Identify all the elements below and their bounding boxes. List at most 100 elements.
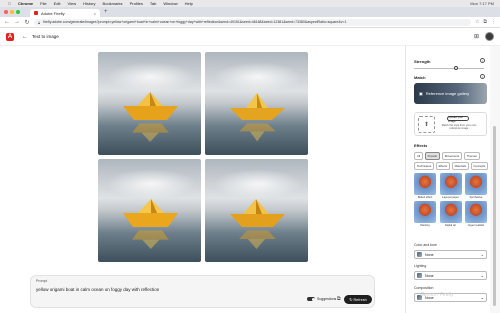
menu-file[interactable]: File xyxy=(40,1,46,6)
bookmark-star-icon[interactable]: ☆ xyxy=(475,19,479,25)
info-icon[interactable]: i xyxy=(480,58,485,63)
breadcrumb[interactable]: Text to image xyxy=(32,34,59,39)
zoom-window-button[interactable] xyxy=(16,10,20,14)
results-area xyxy=(0,46,405,313)
browser-menu-icon[interactable]: ⋮ xyxy=(491,19,496,25)
effect-thumbnail xyxy=(414,201,436,223)
menu-edit[interactable]: Edit xyxy=(54,1,61,6)
scrollbar-thumb[interactable] xyxy=(493,126,496,306)
chip-all[interactable]: All xyxy=(414,152,424,160)
effect-layered-paper[interactable]: Layered paper xyxy=(439,173,462,200)
forward-icon[interactable]: → xyxy=(14,19,20,25)
effect-thumbnail xyxy=(465,173,487,195)
avatar[interactable] xyxy=(485,32,494,41)
browser-toolbar: ← → ↻ 🔒︎ firefly.adobe.com/generate/imag… xyxy=(0,17,500,28)
refresh-icon: ↻ xyxy=(349,298,353,302)
menu-app[interactable]: Chrome xyxy=(18,1,33,6)
address-bar[interactable]: 🔒︎ firefly.adobe.com/generate/images?pro… xyxy=(34,18,471,26)
prompt-bar: Prompt yellow origami boat in calm ocean… xyxy=(30,275,375,308)
effects-label[interactable]: Effects xyxy=(414,143,427,148)
prompt-input[interactable]: yellow origami boat in calm ocean on fog… xyxy=(36,287,159,292)
effect-label: Hyper realistic xyxy=(467,224,485,227)
image-settings-icon[interactable]: ⧉ xyxy=(337,296,341,302)
menu-view[interactable]: View xyxy=(67,1,76,6)
suggestions-toggle-group: Suggestions xyxy=(307,297,336,301)
effect-thumbnail xyxy=(414,173,436,195)
effect-label: Digital art xyxy=(445,224,456,227)
origami-boat-icon xyxy=(230,93,285,120)
slider-handle[interactable] xyxy=(454,66,458,70)
reload-icon[interactable]: ↻ xyxy=(24,19,30,26)
chip-themes[interactable]: Themes xyxy=(463,152,480,160)
effects-grid: Bokeh effect Layered paper Synthwave Pai… xyxy=(414,173,488,228)
origami-boat-icon xyxy=(230,199,285,227)
generated-image-3[interactable] xyxy=(98,159,201,262)
adobe-favicon-icon xyxy=(34,11,38,15)
refresh-button[interactable]: ↻ Refresh xyxy=(344,295,372,304)
close-window-button[interactable] xyxy=(4,10,8,14)
effect-digital-art[interactable]: Digital art xyxy=(439,201,462,228)
lighting-dropdown[interactable]: None ⌄ xyxy=(414,271,487,280)
new-tab-icon[interactable]: + xyxy=(104,9,108,15)
reference-gallery-button[interactable]: ▣ Reference image gallery xyxy=(414,83,487,104)
close-tab-icon[interactable]: × xyxy=(94,11,96,16)
watermark: Gemini / Firefly xyxy=(420,292,454,298)
panel-scrollbar[interactable] xyxy=(490,46,500,313)
color-tone-thumb-icon xyxy=(417,252,422,257)
adobe-logo-icon[interactable]: A xyxy=(6,32,14,41)
suggestions-toggle[interactable] xyxy=(307,297,315,301)
lighting-thumb-icon xyxy=(417,273,422,278)
back-arrow-icon[interactable]: ← xyxy=(22,34,28,40)
effect-label: Layered paper xyxy=(442,196,459,199)
firefly-header: A ← Text to image ⊞ xyxy=(0,28,500,46)
upload-image-icon[interactable]: ⬆ xyxy=(418,116,435,133)
generated-image-2[interactable] xyxy=(205,52,308,155)
info-icon[interactable]: i xyxy=(480,74,485,79)
generated-image-4[interactable] xyxy=(205,159,308,262)
boat-reflection-icon xyxy=(239,230,276,249)
strength-slider[interactable] xyxy=(414,66,484,70)
menu-tab[interactable]: Tab xyxy=(150,1,156,6)
menu-bookmarks[interactable]: Bookmarks xyxy=(103,1,123,6)
effect-thumbnail xyxy=(439,173,462,195)
back-icon[interactable]: ← xyxy=(4,19,10,25)
match-label[interactable]: Match xyxy=(414,75,426,80)
apple-icon[interactable]:  xyxy=(8,1,11,6)
effect-painting[interactable]: Painting xyxy=(414,201,436,228)
color-tone-dropdown[interactable]: None ⌄ xyxy=(414,250,487,259)
chip-concepts[interactable]: Concepts xyxy=(470,161,489,170)
effect-synthwave[interactable]: Synthwave xyxy=(465,173,487,200)
lock-icon: 🔒︎ xyxy=(38,19,41,25)
effect-thumbnail xyxy=(465,201,487,223)
chip-popular[interactable]: Popular xyxy=(424,152,441,160)
origami-boat-icon xyxy=(123,92,178,120)
color-tone-label: Color and tone xyxy=(414,243,437,247)
chip-effects[interactable]: Effects xyxy=(435,161,451,170)
suggestions-label: Suggestions xyxy=(317,297,337,301)
chip-movements[interactable]: Movements xyxy=(441,152,463,160)
apps-grid-icon[interactable]: ⊞ xyxy=(474,33,479,40)
upload-button[interactable]: Upload your image xyxy=(447,115,469,123)
tab-title: Adobe Firefly xyxy=(41,10,65,16)
browser-tab[interactable]: Adobe Firefly × xyxy=(30,9,100,17)
chip-techniques[interactable]: Techniques xyxy=(414,161,435,170)
settings-panel: Strength i Match i ▣ Reference image gal… xyxy=(405,46,490,313)
menu-history[interactable]: History xyxy=(83,1,95,6)
menu-profiles[interactable]: Profiles xyxy=(130,1,143,6)
strength-label: Strength xyxy=(414,59,431,64)
url-text: firefly.adobe.com/generate/images?prompt… xyxy=(43,20,347,24)
prompt-label: Prompt xyxy=(36,279,48,283)
extensions-icon[interactable]: ⧉ xyxy=(483,19,487,25)
menu-window[interactable]: Window xyxy=(163,1,177,6)
minimize-window-button[interactable] xyxy=(10,10,14,14)
lighting-label: Lighting xyxy=(414,264,427,268)
chip-materials[interactable]: Materials xyxy=(451,161,470,170)
chevron-down-icon: ⌄ xyxy=(480,295,484,300)
generated-image-1[interactable] xyxy=(98,52,201,155)
boat-reflection-icon xyxy=(132,230,169,249)
boat-reflection-icon xyxy=(239,123,276,142)
effect-bokeh[interactable]: Bokeh effect xyxy=(414,173,436,200)
effect-hyper-realistic[interactable]: Hyper realistic xyxy=(465,201,487,228)
menu-help[interactable]: Help xyxy=(185,1,193,6)
chevron-down-icon: ⌄ xyxy=(480,273,484,278)
